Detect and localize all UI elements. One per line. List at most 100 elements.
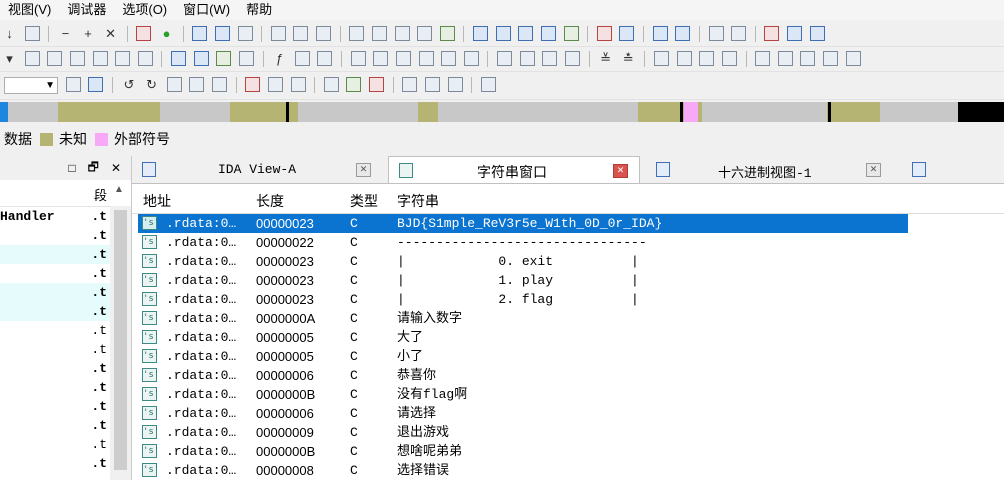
- table-icon[interactable]: [675, 26, 691, 41]
- calc-icon[interactable]: [764, 26, 780, 41]
- xref-from-icon[interactable]: [823, 51, 838, 66]
- menu-options[interactable]: 选项(O): [114, 0, 175, 20]
- threads-icon[interactable]: [447, 77, 463, 92]
- operand-icon[interactable]: [350, 51, 366, 66]
- jump-mark-icon[interactable]: [189, 77, 205, 92]
- stack-var-icon[interactable]: [542, 51, 558, 66]
- align-icon[interactable]: ≚: [598, 51, 613, 66]
- functions-icon[interactable]: [540, 26, 556, 41]
- menu-help[interactable]: 帮助: [238, 0, 280, 20]
- restore-icon[interactable]: □: [68, 161, 75, 175]
- segment-column-header[interactable]: 段: [94, 185, 107, 204]
- enums-icon[interactable]: [495, 26, 511, 41]
- call-graph-icon[interactable]: [777, 51, 793, 66]
- tab-strings-window[interactable]: 字符串窗口 ✕: [388, 156, 640, 183]
- data-icon[interactable]: [47, 51, 63, 66]
- hide-icon[interactable]: [654, 51, 669, 66]
- menu-view[interactable]: 视图(V): [0, 0, 59, 20]
- operand-3-icon[interactable]: [395, 51, 411, 66]
- patch-icon[interactable]: [245, 77, 261, 92]
- green-dot-icon[interactable]: ●: [159, 26, 174, 41]
- menu-debugger[interactable]: 调试器: [59, 0, 114, 20]
- offset-icon[interactable]: [137, 51, 153, 66]
- edit-icon[interactable]: [596, 26, 612, 41]
- plus-icon[interactable]: +: [81, 26, 96, 41]
- assemble-icon[interactable]: [267, 77, 283, 92]
- bug-icon[interactable]: [237, 26, 253, 41]
- column-header-type[interactable]: 类型: [350, 191, 378, 211]
- operand-2-icon[interactable]: [373, 51, 389, 66]
- window-icon[interactable]: [214, 26, 230, 41]
- array-icon[interactable]: [115, 51, 131, 66]
- trace-icon[interactable]: [346, 77, 362, 92]
- operand-4-icon[interactable]: [418, 51, 434, 66]
- struct-off-icon[interactable]: [497, 51, 512, 66]
- snapshot-icon[interactable]: [212, 77, 227, 92]
- type-icon[interactable]: [317, 51, 333, 66]
- copy-icon[interactable]: [192, 26, 208, 41]
- collapse-icon[interactable]: [699, 51, 715, 66]
- code-icon[interactable]: [24, 51, 40, 66]
- tab-hex-view-1[interactable]: 十六进制视图-1 ✕: [646, 156, 896, 183]
- column-header-length[interactable]: 长度: [256, 191, 284, 211]
- manual-icon[interactable]: [564, 51, 580, 66]
- warning-icon[interactable]: [136, 26, 152, 41]
- close-icon[interactable]: ✕: [111, 161, 121, 175]
- string-row[interactable]: 's' .rdata:0… 00000009 C 退出游戏: [132, 423, 1004, 442]
- toolbar-combo[interactable]: ▼: [4, 77, 58, 94]
- string-row[interactable]: 's' .rdata:0… 00000023 C | 0. exit |: [132, 252, 1004, 271]
- column-header-string[interactable]: 字符串: [397, 191, 439, 211]
- tab-ida-view-a[interactable]: IDA View-A ✕: [132, 156, 382, 183]
- user-graph-icon[interactable]: [845, 51, 861, 66]
- functions-scrollbar[interactable]: [110, 206, 131, 480]
- function-icon[interactable]: ƒ: [272, 51, 287, 66]
- unhide-icon[interactable]: [676, 51, 692, 66]
- minus-icon[interactable]: −: [58, 26, 73, 41]
- segment-icon[interactable]: [24, 26, 40, 41]
- plugin-icon[interactable]: [417, 26, 433, 41]
- modules-icon[interactable]: [480, 77, 496, 92]
- string-row[interactable]: 's' .rdata:0… 00000023 C BJD{S1mple_ReV3r5e_…: [132, 214, 1004, 233]
- string-row[interactable]: 's' .rdata:0… 00000008 C 选择错误: [132, 461, 1004, 480]
- menu-windows[interactable]: 窗口(W): [175, 0, 238, 20]
- mark-icon[interactable]: [166, 77, 182, 92]
- undefine-icon[interactable]: [69, 51, 85, 66]
- expand-icon[interactable]: [721, 51, 737, 66]
- strings-icon[interactable]: [563, 26, 579, 41]
- close-icon[interactable]: ✕: [613, 164, 628, 178]
- cross-icon[interactable]: ✕: [103, 26, 118, 41]
- scroll-up-icon[interactable]: ▲: [111, 184, 127, 200]
- names-icon[interactable]: [293, 26, 309, 41]
- color-palette-icon[interactable]: [439, 26, 455, 41]
- close-icon[interactable]: ✕: [866, 163, 881, 177]
- panel-icon[interactable]: [809, 26, 825, 41]
- string-row[interactable]: 's' .rdata:0… 00000006 C 请选择: [132, 404, 1004, 423]
- string-row[interactable]: 's' .rdata:0… 00000005 C 大了: [132, 328, 1004, 347]
- navigation-band[interactable]: [0, 102, 1004, 122]
- scrollbar-thumb[interactable]: [114, 210, 127, 470]
- print-icon[interactable]: [394, 26, 410, 41]
- column-header-address[interactable]: 地址: [143, 191, 171, 211]
- find-text-icon[interactable]: [65, 77, 81, 92]
- search-icon[interactable]: [349, 26, 365, 41]
- operand-5-icon[interactable]: [441, 51, 457, 66]
- xref-icon[interactable]: [316, 26, 331, 41]
- layout-icon[interactable]: [787, 26, 802, 41]
- list-icon[interactable]: [270, 26, 286, 41]
- string-row[interactable]: 's' .rdata:0… 00000005 C 小了: [132, 347, 1004, 366]
- float-icon[interactable]: 🗗: [88, 158, 99, 179]
- redo-icon[interactable]: ↻: [144, 77, 159, 92]
- segments-icon[interactable]: [518, 26, 534, 41]
- breakpoint-icon[interactable]: [323, 77, 339, 92]
- graph-icon[interactable]: [708, 26, 724, 41]
- watch-icon[interactable]: [402, 77, 418, 92]
- hex-icon[interactable]: [619, 26, 635, 41]
- enum-member-icon[interactable]: [519, 51, 535, 66]
- string-row[interactable]: 's' .rdata:0… 0000000B C 想啥呢弟弟: [132, 442, 1004, 461]
- chart-icon[interactable]: [731, 26, 747, 41]
- dropdown-arrow-icon[interactable]: ▾: [2, 51, 17, 66]
- export-icon[interactable]: [216, 51, 232, 66]
- func-edit-icon[interactable]: [193, 51, 209, 66]
- frame-icon[interactable]: [294, 51, 310, 66]
- string-row[interactable]: 's' .rdata:0… 00000023 C | 1. play |: [132, 271, 1004, 290]
